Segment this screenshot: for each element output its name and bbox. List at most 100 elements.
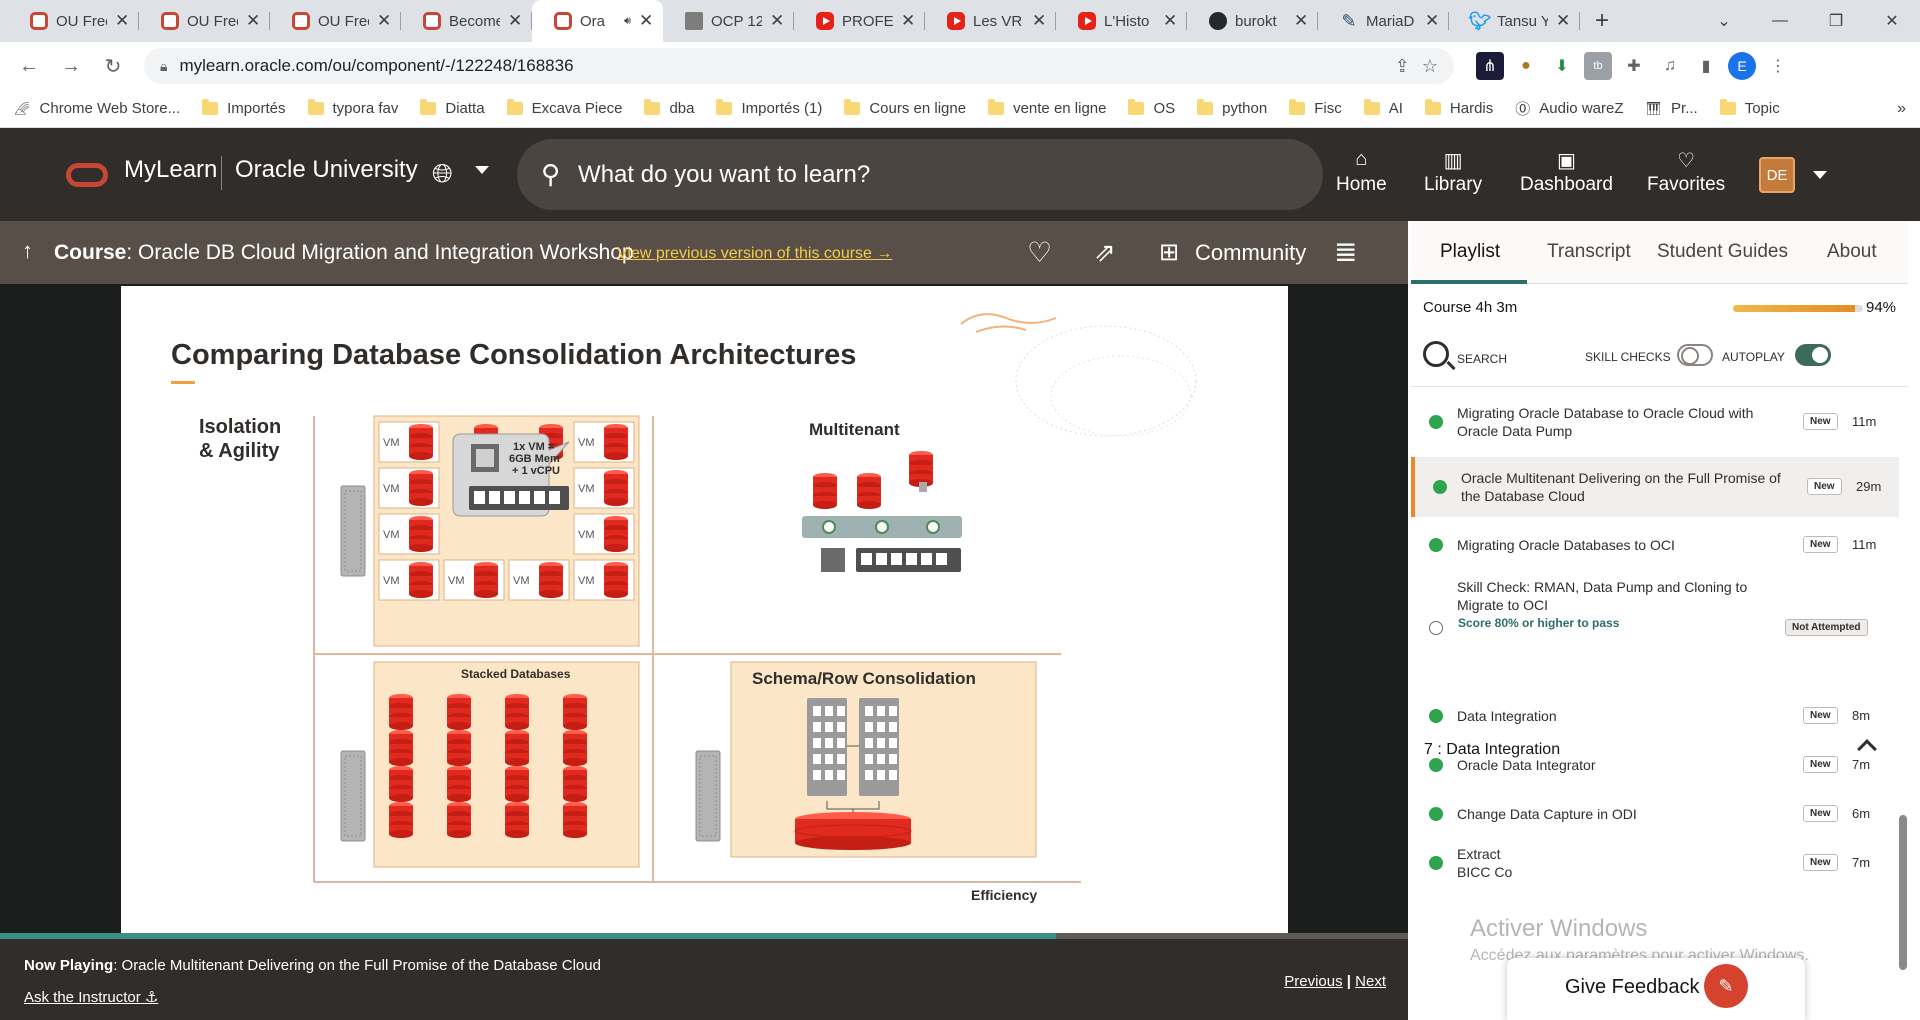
close-tab-icon[interactable]: ✕ <box>246 11 260 31</box>
bookmark-item[interactable]: typora fav <box>307 99 398 117</box>
close-tab-icon[interactable]: ✕ <box>1425 11 1439 31</box>
bookmark-item[interactable]: AI <box>1363 99 1403 117</box>
close-tab-icon[interactable]: ✕ <box>1294 11 1308 31</box>
share-icon[interactable]: ⇗ <box>1094 237 1116 268</box>
autoplay-toggle[interactable] <box>1795 344 1831 366</box>
bookmark-item[interactable]: Importés <box>202 99 286 117</box>
bookmark-item[interactable]: vente en ligne <box>988 99 1106 117</box>
previous-version-link[interactable]: View previous version of this course → <box>617 245 892 263</box>
cookie-extension-icon[interactable]: ● <box>1512 52 1540 80</box>
playlist-search-icon[interactable] <box>1423 341 1449 367</box>
share-icon[interactable]: ⇪ <box>1395 56 1410 77</box>
globe-icon[interactable]: 🌐︎ <box>432 158 453 190</box>
bookmark-item[interactable]: Hardis <box>1424 99 1493 117</box>
feedback-chat-icon[interactable]: ✎ <box>1704 964 1748 1008</box>
side-panel-icon[interactable]: ▮ <box>1692 52 1720 80</box>
browser-tab[interactable]: 🐦︎ Tansu Y ✕ <box>1449 0 1580 42</box>
back-button[interactable]: ← <box>12 49 46 83</box>
close-tab-icon[interactable]: ✕ <box>1556 11 1570 31</box>
forward-button[interactable]: → <box>54 49 88 83</box>
next-link[interactable]: Next <box>1355 973 1386 990</box>
new-tab-button[interactable]: + <box>1580 0 1624 42</box>
video-player[interactable]: Comparing Database Consolidation Archite… <box>0 284 1408 939</box>
close-tab-icon[interactable]: ✕ <box>115 11 129 31</box>
language-caret-icon[interactable] <box>475 166 489 174</box>
browser-tab[interactable]: burokt ✕ <box>1187 0 1318 42</box>
bookmark-item[interactable]: Importés (1) <box>716 99 822 117</box>
bookmark-item[interactable]: Excava Piece <box>506 99 622 117</box>
arrow-up-icon[interactable]: ↑ <box>22 238 33 264</box>
close-tab-icon[interactable]: ✕ <box>508 11 522 31</box>
bookmark-item[interactable]: Diatta <box>420 99 485 117</box>
playlist-item[interactable]: Data Integration New 8m <box>1411 691 1899 741</box>
browser-tab[interactable]: Les VR ✕ <box>925 0 1056 42</box>
close-tab-icon[interactable]: ✕ <box>770 11 784 31</box>
puzzle-extensions-icon[interactable]: ✚ <box>1620 52 1648 80</box>
close-tab-icon[interactable]: ✕ <box>1163 11 1177 31</box>
oracle-logo-icon[interactable] <box>66 163 108 187</box>
brand-oracle-university[interactable]: Oracle University <box>235 156 418 184</box>
bookmark-item[interactable]: Topic <box>1719 99 1780 117</box>
minimize-button[interactable]: — <box>1752 0 1808 42</box>
feedback-widget[interactable]: Give Feedback ✎ <box>1507 958 1805 1020</box>
url-field[interactable]: 🔒︎ mylearn.oracle.com/ou/component/-/122… <box>144 48 1454 84</box>
tab-search-icon[interactable]: ⌄ <box>1696 0 1752 42</box>
bookmark-item[interactable]: Cours en ligne <box>844 99 966 117</box>
browser-tab[interactable]: PROFES ✕ <box>794 0 925 42</box>
playlist-item[interactable]: Extract New BICC Co 7m <box>1411 838 1899 888</box>
brand-mylearn[interactable]: MyLearn <box>124 156 217 184</box>
bookmark-item[interactable]: ⓪ Audio wareZ <box>1515 98 1623 119</box>
user-menu-caret-icon[interactable] <box>1813 171 1827 179</box>
close-tab-icon[interactable]: ✕ <box>901 11 915 31</box>
restore-button[interactable]: ❐ <box>1808 0 1864 42</box>
bookmark-item[interactable]: 🎹︎ Pr... <box>1646 100 1698 117</box>
tab-playlist[interactable]: Playlist <box>1440 241 1500 263</box>
bookmark-item[interactable]: python <box>1197 99 1267 117</box>
browser-tab[interactable]: ✎ MariaD ✕ <box>1318 0 1449 42</box>
playlist-item[interactable]: Migrating Oracle Database to Oracle Clou… <box>1411 387 1899 457</box>
browser-tab[interactable]: OU Free ✕ <box>270 0 401 42</box>
bookmark-item[interactable]: 🌈︎ Chrome Web Store... <box>14 100 180 117</box>
close-tab-icon[interactable]: ✕ <box>1032 11 1046 31</box>
browser-tab[interactable]: Ora 🔊︎ ✕ <box>532 0 663 42</box>
extension-icon[interactable]: ⋔ <box>1476 52 1504 80</box>
ask-instructor-link[interactable]: Ask the Instructor ⚓︎ <box>24 988 158 1006</box>
bookmark-item[interactable]: dba <box>644 99 694 117</box>
playlist-item[interactable]: Oracle Multitenant Delivering on the Ful… <box>1411 457 1899 517</box>
download-extension-icon[interactable]: ⬇ <box>1548 52 1576 80</box>
tab-transcript[interactable]: Transcript <box>1547 241 1631 263</box>
tab-student-guides[interactable]: Student Guides <box>1657 241 1788 263</box>
close-window-button[interactable]: ✕ <box>1864 0 1920 42</box>
user-avatar[interactable]: DE <box>1759 157 1795 193</box>
playlist-item[interactable]: Migrating Oracle Databases to OCI New 11m <box>1411 520 1899 570</box>
playlist-item[interactable]: Oracle Data Integrator New 7m <box>1411 740 1899 790</box>
close-tab-icon[interactable]: ✕ <box>377 11 391 31</box>
main-search-box[interactable]: ⚲ What do you want to learn? <box>517 139 1323 210</box>
tab-about[interactable]: About <box>1827 241 1877 263</box>
favorite-heart-icon[interactable]: ♡ <box>1027 236 1052 269</box>
skill-checks-toggle[interactable] <box>1677 344 1713 366</box>
audio-playing-icon[interactable]: 🔊︎ <box>624 15 631 28</box>
nav-library[interactable]: ▥ Library <box>1424 148 1482 196</box>
browser-tab[interactable]: OU Free ✕ <box>139 0 270 42</box>
tb-extension-icon[interactable]: tb <box>1584 52 1612 80</box>
profile-avatar[interactable]: E <box>1728 52 1756 80</box>
close-tab-icon[interactable]: ✕ <box>639 11 653 31</box>
panel-scrollbar[interactable] <box>1899 815 1907 970</box>
bookmark-item[interactable]: Fisc <box>1289 99 1342 117</box>
community-icon[interactable]: ⊞ <box>1159 238 1179 267</box>
bookmark-star-icon[interactable]: ☆ <box>1422 56 1438 77</box>
playlist-item[interactable]: Skill Check: RMAN, Data Pump and Cloning… <box>1411 570 1899 670</box>
nav-home[interactable]: ⌂ Home <box>1336 148 1387 196</box>
browser-tab[interactable]: OU Free ✕ <box>8 0 139 42</box>
community-link[interactable]: Community <box>1195 240 1306 266</box>
browser-tab[interactable]: L'Histo ✕ <box>1056 0 1187 42</box>
previous-link[interactable]: Previous <box>1284 973 1342 990</box>
more-bookmarks-icon[interactable]: » <box>1897 100 1906 118</box>
browser-tab[interactable]: OCP 12 ✕ <box>663 0 794 42</box>
browser-menu-icon[interactable]: ⋮ <box>1764 52 1792 80</box>
reload-button[interactable]: ↻ <box>96 49 130 83</box>
bookmark-item[interactable]: OS <box>1128 99 1175 117</box>
playlist-search-label[interactable]: SEARCH <box>1457 352 1507 366</box>
nav-favorites[interactable]: ♡ Favorites <box>1647 148 1725 196</box>
